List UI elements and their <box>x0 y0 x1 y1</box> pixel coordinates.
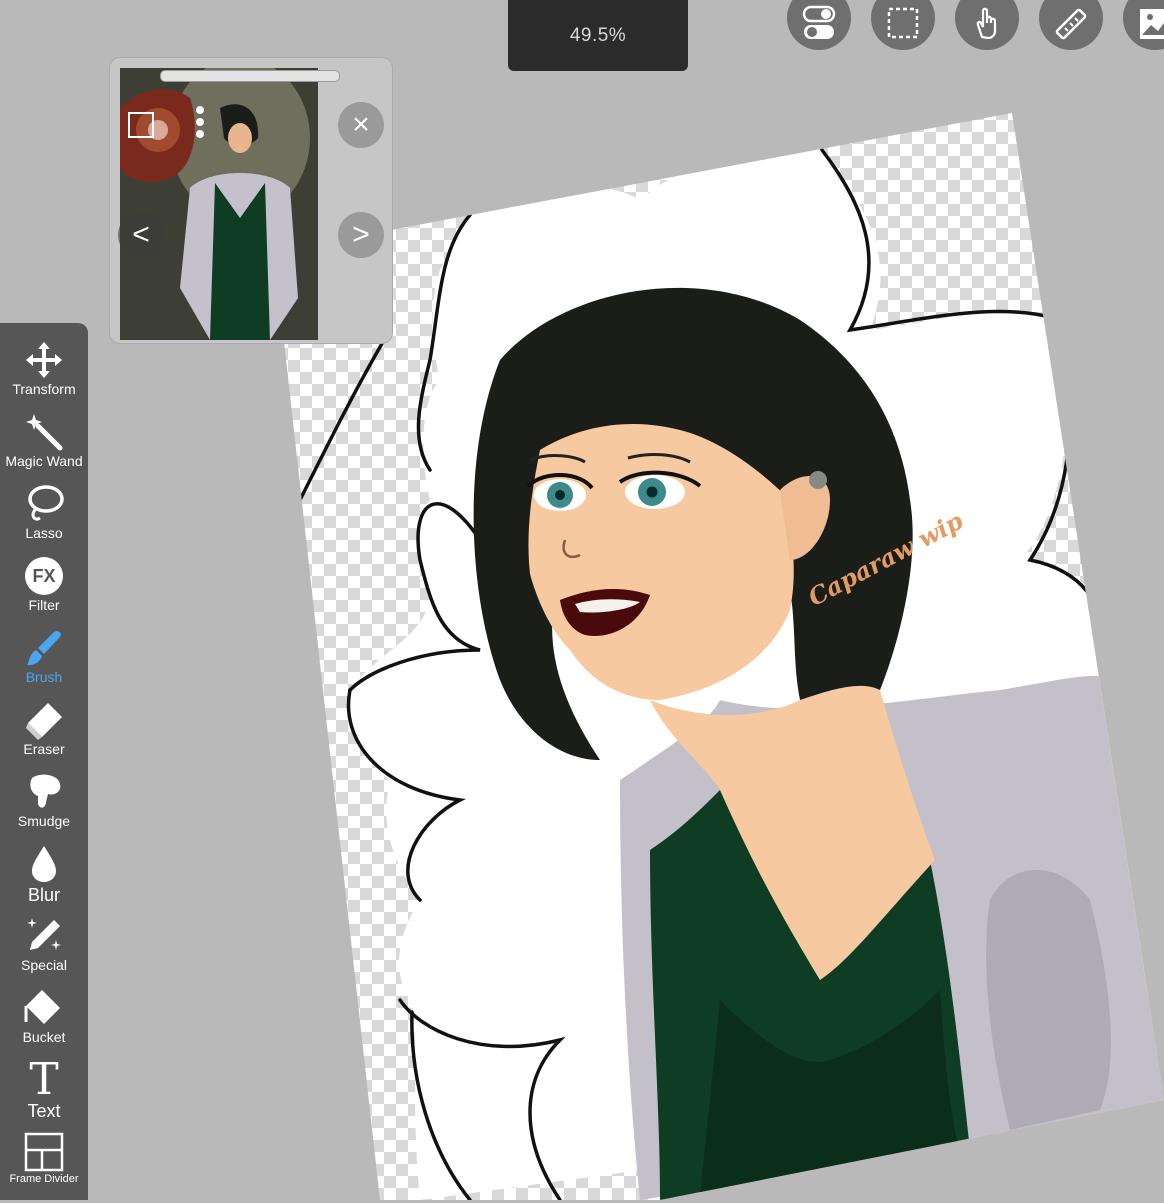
tool-lasso[interactable]: Lasso <box>0 483 88 555</box>
magic-wand-icon <box>22 411 66 453</box>
tool-bucket[interactable]: Bucket <box>0 987 88 1059</box>
reference-checkbox[interactable] <box>128 112 154 138</box>
coat-shadow <box>986 870 1111 1130</box>
tool-text[interactable]: T Text <box>0 1054 88 1131</box>
prev-reference-button[interactable]: < <box>118 212 164 258</box>
tool-smudge[interactable]: Smudge <box>0 771 88 843</box>
tool-palette: Transform Magic Wand Lasso FX Filter Bru… <box>0 323 88 1200</box>
image-icon <box>1140 9 1164 39</box>
tool-magic-wand[interactable]: Magic Wand <box>0 411 88 483</box>
tool-eraser[interactable]: Eraser <box>0 699 88 771</box>
tool-special[interactable]: Special <box>0 915 88 987</box>
brush-icon <box>22 627 66 669</box>
smudge-icon <box>22 771 66 813</box>
reference-window[interactable]: × < > <box>110 58 392 343</box>
hand-icon <box>976 7 997 40</box>
fx-icon: FX <box>22 555 66 597</box>
drop-icon <box>22 843 66 885</box>
bucket-icon <box>22 987 66 1029</box>
text-icon: T <box>29 1054 59 1105</box>
sparkle-pen-icon <box>22 915 66 957</box>
tool-filter[interactable]: FX Filter <box>0 555 88 627</box>
selection-icon <box>887 7 919 39</box>
tool-transform[interactable]: Transform <box>0 339 88 411</box>
tool-frame-divider[interactable]: Frame Divider <box>0 1131 88 1203</box>
lasso-icon <box>22 483 66 525</box>
tool-brush[interactable]: Brush <box>0 627 88 699</box>
move-icon <box>22 339 66 381</box>
chevron-right-icon: > <box>352 218 370 251</box>
next-reference-button[interactable]: > <box>338 212 384 258</box>
eraser-icon <box>22 699 66 741</box>
toggle-icon <box>802 5 836 39</box>
close-reference-button[interactable]: × <box>338 102 384 148</box>
reference-scrollbar[interactable] <box>160 70 340 82</box>
zoom-indicator: 49.5% <box>508 0 688 71</box>
close-icon: × <box>352 108 370 141</box>
tool-blur[interactable]: Blur <box>0 843 88 915</box>
more-menu-icon[interactable] <box>196 106 204 138</box>
reference-image <box>120 68 318 340</box>
chevron-left-icon: < <box>132 218 150 251</box>
frame-divider-icon <box>22 1131 66 1173</box>
ruler-icon <box>1055 8 1087 40</box>
ear-cuff <box>809 471 827 489</box>
